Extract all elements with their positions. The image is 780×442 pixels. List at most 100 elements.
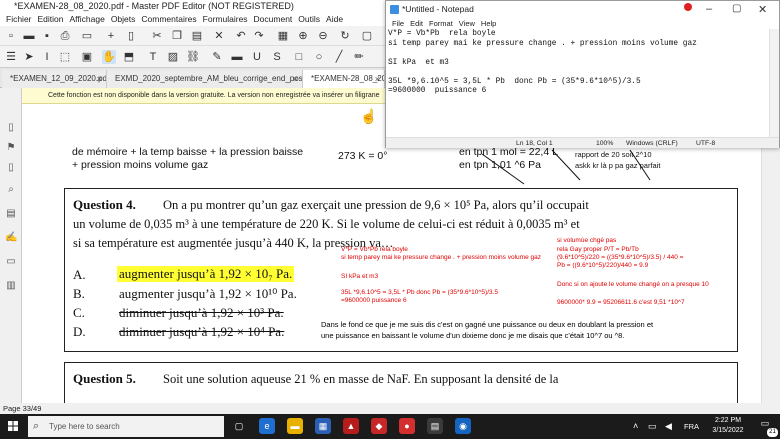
clock[interactable]: 2:22 PM 3/15/2022: [708, 416, 748, 437]
image-icon[interactable]: ▦: [276, 29, 290, 43]
comments-icon[interactable]: ▭: [5, 256, 17, 268]
question-4-title: Question 4.: [73, 197, 136, 212]
attachments-icon[interactable]: ▯: [5, 162, 17, 174]
volume-icon[interactable]: ◀: [665, 421, 672, 432]
tab-exmd-2020[interactable]: EXMD_2020_septembre_AM_bleu_corrige_end_…: [107, 70, 303, 88]
notification-badge: 21: [767, 428, 778, 437]
menu-format[interactable]: Format: [429, 19, 453, 28]
menu-edition[interactable]: Edition: [38, 14, 64, 24]
highlight-icon[interactable]: ▬: [230, 50, 244, 64]
note-icon[interactable]: ✎: [210, 50, 224, 64]
answer-d-struck[interactable]: diminuer jusqu’à 1,92 × 10⁴ Pa.: [119, 324, 284, 340]
fields-icon[interactable]: ▥: [5, 280, 17, 292]
menu-fichier[interactable]: Fichier: [6, 14, 32, 24]
menu-commentaires[interactable]: Commentaires: [141, 14, 196, 24]
red-annotation: =9600000 puissance 6: [341, 297, 407, 304]
undo-icon[interactable]: ↶: [234, 29, 248, 43]
minimize-icon[interactable]: –: [706, 3, 712, 15]
cut-icon[interactable]: ✂: [150, 29, 164, 43]
signatures-icon[interactable]: ✍: [5, 232, 17, 244]
hand-tool-icon[interactable]: ✋: [102, 50, 116, 64]
red-annotation: 35L *9,6.10^5 = 3,5L * Pb donc Pb = (35*…: [341, 289, 499, 296]
pencil-icon[interactable]: ✏: [352, 50, 366, 64]
open-folder-icon[interactable]: ▬: [22, 29, 36, 43]
underline-icon[interactable]: U: [250, 50, 264, 64]
select-arrow-icon[interactable]: ➤: [22, 50, 36, 64]
line-icon[interactable]: ╱: [332, 50, 346, 64]
store-icon[interactable]: ▦: [315, 418, 331, 434]
delete-icon[interactable]: ✕: [212, 29, 226, 43]
zoom-out-icon[interactable]: ⊖: [316, 29, 330, 43]
tab-examen-28-08[interactable]: *EXAMEN-28_08_2020.pdf×: [303, 70, 385, 88]
windows-start-icon[interactable]: [0, 414, 26, 439]
search-panel-icon[interactable]: ⌕: [5, 184, 17, 196]
rotate-icon[interactable]: ↻: [338, 29, 352, 43]
menu-outils[interactable]: Outils: [298, 14, 320, 24]
task-view-icon[interactable]: ▢: [231, 418, 247, 434]
network-icon[interactable]: ▭: [648, 421, 657, 432]
redo-icon[interactable]: ↷: [252, 29, 266, 43]
clock-time: 2:22 PM: [714, 417, 742, 424]
close-icon[interactable]: ✕: [758, 3, 767, 16]
layers-icon[interactable]: ▤: [5, 208, 17, 220]
edit-object-icon[interactable]: ⬚: [58, 50, 72, 64]
app-icon-blue[interactable]: ◉: [455, 418, 471, 434]
tab-label: *EXAMEN_12_09_2020.pdf: [10, 74, 107, 83]
menu-file[interactable]: File: [392, 19, 404, 28]
strikeout-icon[interactable]: S: [270, 50, 284, 64]
menu-aide[interactable]: Aide: [326, 14, 343, 24]
tray-chevron-icon[interactable]: ˄: [633, 421, 638, 431]
tab-examen-12-09[interactable]: *EXAMEN_12_09_2020.pdf ×: [2, 70, 107, 88]
print-icon[interactable]: ⎙: [58, 29, 72, 43]
pages-panel-icon[interactable]: ▯: [5, 122, 17, 134]
menu-edit[interactable]: Edit: [410, 19, 423, 28]
menu-view[interactable]: View: [459, 19, 475, 28]
menu-affichage[interactable]: Affichage: [70, 14, 105, 24]
menu-document[interactable]: Document: [254, 14, 293, 24]
paste-icon[interactable]: ▤: [190, 29, 204, 43]
answer-letter: A.: [73, 267, 86, 282]
text-select-icon[interactable]: I: [40, 50, 54, 64]
page-icon[interactable]: ▯: [124, 29, 138, 43]
menu-formulaires[interactable]: Formulaires: [203, 14, 248, 24]
pdf-app-icon[interactable]: ▲: [343, 418, 359, 434]
maximize-icon[interactable]: ▢: [732, 3, 741, 14]
master-pdf-icon[interactable]: ◆: [371, 418, 387, 434]
taskbar-search-input[interactable]: Type here to search: [28, 416, 224, 437]
notepad-window[interactable]: *Untitled - Notepad – ▢ ✕ File Edit Format…: [385, 0, 780, 148]
answer-b[interactable]: augmenter jusqu’à 1,92 × 10¹⁰ Pa.: [119, 286, 297, 302]
file-explorer-icon[interactable]: ▬: [287, 418, 303, 434]
close-tab-icon[interactable]: ×: [97, 70, 102, 88]
notepad-text-area[interactable]: V*P = Vb*Pb rela boyle si temp parey mai…: [386, 29, 769, 137]
bookmarks-icon[interactable]: ⚑: [5, 142, 17, 154]
new-file-icon[interactable]: ▫: [4, 29, 18, 43]
forms-icon[interactable]: ▣: [80, 50, 94, 64]
zoom-in-icon[interactable]: ⊕: [296, 29, 310, 43]
text-tool-icon[interactable]: T: [146, 50, 160, 64]
snapshot-icon[interactable]: ⬒: [122, 50, 136, 64]
answer-c-struck[interactable]: diminuer jusqu’à 1,92 × 10³ Pa.: [119, 305, 284, 321]
shape-rect-icon[interactable]: □: [292, 50, 306, 64]
edge-icon[interactable]: e: [259, 418, 275, 434]
close-tab-icon[interactable]: ×: [293, 70, 298, 88]
save-icon[interactable]: ▪: [40, 29, 54, 43]
cursor-hand-icon: ☝: [360, 108, 378, 124]
copy-icon[interactable]: ❐: [170, 29, 184, 43]
menu-help[interactable]: Help: [481, 19, 496, 28]
answer-a-highlighted[interactable]: augmenter jusqu’à 1,92 × 10₇ Pa.: [117, 266, 295, 282]
notepad-task-icon[interactable]: ▤: [427, 418, 443, 434]
menu-icon[interactable]: ☰: [4, 50, 18, 64]
left-sidebar: ▯ ⚑ ▯ ⌕ ▤ ✍ ▭ ▥: [0, 88, 22, 403]
fit-page-icon[interactable]: ▢: [360, 29, 374, 43]
notepad-scrollbar[interactable]: [769, 29, 779, 137]
menu-objets[interactable]: Objets: [111, 14, 136, 24]
add-icon[interactable]: +: [104, 29, 118, 43]
scan-icon[interactable]: ▭: [80, 29, 94, 43]
encoding: UTF-8: [696, 140, 716, 147]
image-tool-icon[interactable]: ▨: [166, 50, 180, 64]
app-icon-red[interactable]: ●: [399, 418, 415, 434]
link-icon[interactable]: ⛓: [186, 50, 200, 64]
language-indicator[interactable]: FRA: [684, 422, 699, 431]
close-tab-icon[interactable]: ×: [375, 70, 380, 88]
shape-ellipse-icon[interactable]: ○: [312, 50, 326, 64]
